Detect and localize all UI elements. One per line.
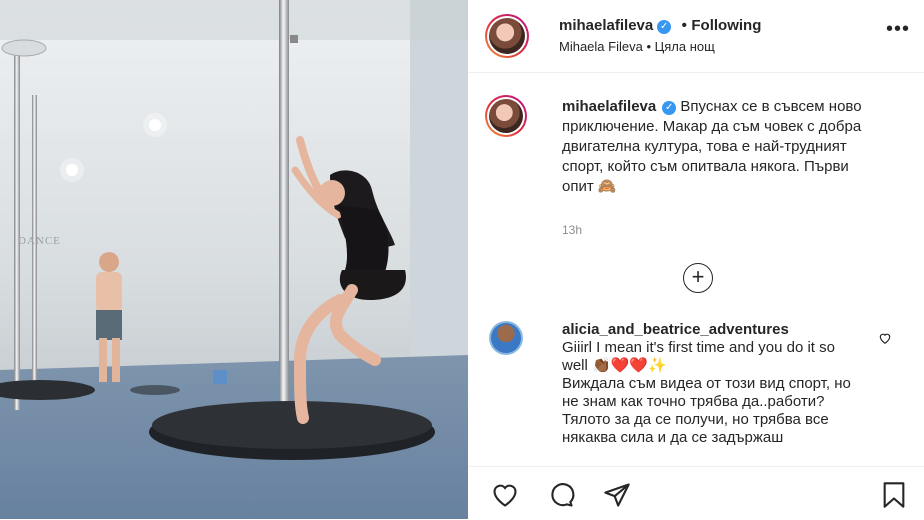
- comment-text-line2: Виждала съм видеа от този вид спорт, но …: [562, 375, 851, 446]
- wall-sign-text: DANCE: [18, 235, 61, 247]
- audio-separator: •: [646, 39, 652, 54]
- comment-emojis: 👏🏾❤️❤️✨: [592, 357, 667, 374]
- author-avatar[interactable]: [485, 14, 529, 58]
- audio-song[interactable]: Цяла нощ: [655, 39, 715, 54]
- audio-artist[interactable]: Mihaela Fileva: [559, 39, 643, 54]
- verified-badge-icon: ✓: [657, 20, 672, 34]
- heart-outline-icon[interactable]: [878, 331, 892, 345]
- caption-username[interactable]: mihaelafileva: [562, 98, 656, 115]
- comment-icon[interactable]: [546, 481, 576, 509]
- comments-section: mihaelafileva ✓ Впуснах се в съвсем ново …: [468, 73, 924, 465]
- post-header: mihaelafileva ✓ • Following Mihaela Filev…: [468, 0, 924, 73]
- follow-separator: •: [681, 17, 687, 34]
- post-panel: mihaelafileva ✓ • Following Mihaela Filev…: [468, 0, 924, 519]
- caption-emoji: 🙈: [597, 178, 617, 195]
- video-frame: DANCE: [0, 0, 468, 519]
- comment-item: alicia_and_beatrice_adventures Giiirl I …: [562, 321, 862, 447]
- post-media[interactable]: DANCE: [0, 0, 468, 519]
- header-subtitle: Mihaela Fileva • Цяла нощ: [559, 39, 715, 54]
- caption: mihaelafileva ✓ Впуснах се в съвсем ново …: [562, 97, 882, 197]
- comment-username[interactable]: alicia_and_beatrice_adventures: [562, 321, 862, 339]
- bookmark-icon[interactable]: [880, 481, 908, 509]
- caption-time[interactable]: 13h: [562, 223, 582, 237]
- heart-icon[interactable]: [490, 481, 520, 509]
- caption-verified-icon: ✓: [662, 101, 677, 115]
- more-horizontal-icon[interactable]: •••: [886, 18, 910, 41]
- paper-plane-icon[interactable]: [602, 481, 632, 509]
- caption-avatar[interactable]: [485, 95, 527, 137]
- action-bar: [468, 466, 924, 520]
- follow-status-button[interactable]: Following: [691, 17, 761, 34]
- header-title-row: mihaelafileva ✓ • Following: [559, 17, 761, 35]
- comment-avatar[interactable]: [489, 321, 523, 355]
- author-username[interactable]: mihaelafileva: [559, 17, 653, 34]
- load-more-comments-button[interactable]: +: [683, 263, 713, 293]
